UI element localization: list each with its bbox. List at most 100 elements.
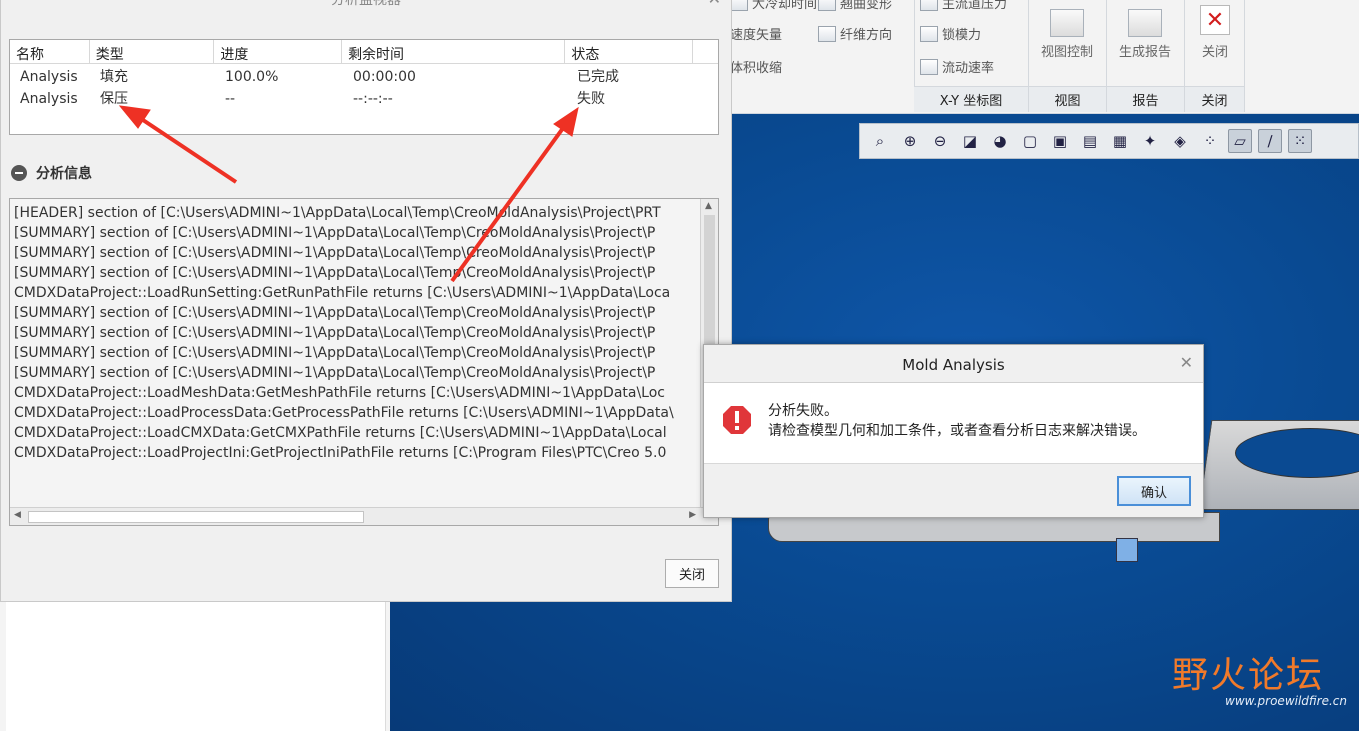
plane-display-icon[interactable]: ▱ [1228, 129, 1252, 153]
datum-display-icon[interactable]: ⁘ [1198, 129, 1222, 153]
ribbon-item-label: 流动速率 [942, 61, 995, 76]
watermark: 野火论坛 www.proewildfire.cn [1172, 646, 1347, 708]
log-line: CMDXDataProject::LoadCMXData:GetCMXPathF… [14, 425, 667, 441]
cell-remaining: --:--:-- [353, 91, 393, 107]
ribbon-item-label: 主流道压力 [942, 0, 1008, 12]
horizontal-scroll-thumb[interactable] [28, 511, 364, 523]
display-style-icon[interactable]: ◕ [988, 129, 1012, 153]
error-message-line1: 分析失败。 [768, 403, 838, 419]
log-line: CMDXDataProject::LoadMeshData:GetMeshPat… [14, 385, 665, 401]
ribbon-item-label: 翘曲变形 [840, 0, 893, 12]
scroll-right-icon[interactable]: ▶ [689, 510, 696, 520]
warpage-icon [818, 0, 836, 11]
dialog-titlebar[interactable]: Mold Analysis ✕ [704, 345, 1203, 383]
column-header-empty [693, 40, 718, 63]
column-header-remaining[interactable]: 剩余时间 [342, 40, 566, 63]
snapshot-icon[interactable]: ▤ [1078, 129, 1102, 153]
close-icon[interactable]: ✕ [1180, 353, 1193, 372]
collapse-icon[interactable] [11, 165, 27, 181]
view-control-button[interactable]: 视图控制 [1036, 0, 1098, 60]
dialog-body: 分析失败。 请检查模型几何和加工条件，或者查看分析日志来解决错误。 [704, 383, 1203, 463]
repaint-icon[interactable]: ◪ [958, 129, 982, 153]
zoom-fit-icon[interactable]: ⌕ [868, 129, 892, 153]
analysis-info-header[interactable]: 分析信息 [11, 163, 92, 183]
ribbon-item-warpage[interactable]: 翘曲变形 [818, 0, 892, 12]
view-control-icon [1050, 9, 1084, 37]
ribbon-item-label: 大冷却时间 [752, 0, 818, 12]
log-line: [SUMMARY] section of [C:\Users\ADMINI~1\… [14, 305, 656, 321]
ribbon-item-label: 纤维方向 [840, 28, 893, 43]
log-line: [SUMMARY] section of [C:\Users\ADMINI~1\… [14, 225, 656, 241]
perspective-icon[interactable]: ◈ [1168, 129, 1192, 153]
table-row[interactable]: Analysis 保压 -- --:--:-- 失败 [10, 88, 718, 110]
view-toolbar: ⌕ ⊕ ⊖ ◪ ◕ ▢ ▣ ▤ ▦ ✦ ◈ ⁘ ▱ ∕ ⁙ [859, 123, 1359, 159]
axis-display-icon[interactable]: ∕ [1258, 129, 1282, 153]
ribbon-item-fiber-direction[interactable]: 纤维方向 [818, 24, 892, 43]
cell-type: 保压 [100, 91, 128, 107]
close-button[interactable]: 关闭 [665, 559, 719, 588]
log-lines: [HEADER] section of [C:\Users\ADMINI~1\A… [14, 203, 700, 503]
point-display-icon[interactable]: ⁙ [1288, 129, 1312, 153]
log-line: [SUMMARY] section of [C:\Users\ADMINI~1\… [14, 325, 656, 341]
cell-status: 失败 [577, 91, 605, 107]
ribbon-item-sprue-pressure[interactable]: 主流道压力 [920, 0, 1007, 12]
model-tree-area[interactable] [6, 602, 386, 731]
error-icon [723, 406, 751, 434]
spin-center-icon[interactable]: ✦ [1138, 129, 1162, 153]
cell-type: 填充 [100, 69, 128, 85]
generate-report-button[interactable]: 生成报告 [1114, 0, 1176, 60]
mold-analysis-error-dialog: Mold Analysis ✕ 分析失败。 请检查模型几何和加工条件，或者查看分… [703, 344, 1204, 518]
named-views-icon[interactable]: ▢ [1018, 129, 1042, 153]
column-header-status[interactable]: 状态 [565, 40, 694, 63]
ribbon-item-label: 速度矢量 [730, 28, 783, 43]
log-line: [SUMMARY] section of [C:\Users\ADMINI~1\… [14, 345, 656, 361]
generate-report-label: 生成报告 [1118, 45, 1171, 60]
cell-progress: 100.0% [225, 69, 279, 85]
ribbon-item-cooling-time[interactable]: 大冷却时间 [730, 0, 817, 12]
ribbon-item-label: 体积收缩 [730, 61, 783, 76]
log-line: [HEADER] section of [C:\Users\ADMINI~1\A… [14, 205, 661, 221]
fiber-direction-icon [818, 25, 836, 42]
group-label-xy: X-Y 坐标图 [914, 86, 1028, 112]
log-line: [SUMMARY] section of [C:\Users\ADMINI~1\… [14, 365, 656, 381]
zoom-out-icon[interactable]: ⊖ [928, 129, 952, 153]
job-table: 名称 类型 进度 剩余时间 状态 Analysis 填充 100.0% 00:0… [9, 39, 719, 135]
close-x-icon: ✕ [1200, 5, 1230, 35]
zoom-in-icon[interactable]: ⊕ [898, 129, 922, 153]
group-label-view: 视图 [1029, 86, 1106, 112]
column-header-progress[interactable]: 进度 [214, 40, 343, 63]
scroll-left-icon[interactable]: ◀ [14, 510, 21, 520]
view-manager-icon[interactable]: ▦ [1108, 129, 1132, 153]
analysis-monitor-dialog: 分析监视器 ✕ 名称 类型 进度 剩余时间 状态 Analysis 填充 100… [0, 0, 732, 602]
ribbon-item-velocity-vector[interactable]: 速度矢量 [730, 24, 782, 43]
column-header-name[interactable]: 名称 [10, 40, 90, 63]
cell-name: Analysis [20, 69, 78, 85]
ribbon-item-flow-rate[interactable]: 流动速率 [920, 57, 994, 76]
horizontal-scrollbar[interactable]: ◀ ▶ [10, 507, 718, 525]
ribbon-item-volumetric-shrinkage[interactable]: 体积收缩 [730, 57, 782, 76]
column-header-type[interactable]: 类型 [90, 40, 215, 63]
analysis-info-title: 分析信息 [36, 166, 92, 182]
watermark-text: 野火论坛 [1172, 655, 1325, 696]
dialog-footer: 确认 [704, 463, 1203, 517]
log-line: [SUMMARY] section of [C:\Users\ADMINI~1\… [14, 265, 656, 281]
clamp-force-icon [920, 25, 938, 42]
ribbon-item-label: 锁模力 [942, 28, 982, 43]
ribbon-item-clamp-force[interactable]: 锁模力 [920, 24, 981, 43]
group-label-close: 关闭 [1185, 86, 1244, 112]
ribbon: 大冷却时间 翘曲变形 主流道压力 速度矢量 纤维方向 锁模力 体积收缩 流动速率… [730, 0, 1359, 114]
error-message-line2: 请检查模型几何和加工条件，或者查看分析日志来解决错误。 [768, 423, 1146, 439]
close-icon[interactable]: ✕ [708, 0, 721, 8]
analysis-log[interactable]: [HEADER] section of [C:\Users\ADMINI~1\A… [9, 198, 719, 526]
ribbon-close-label: 关闭 [1201, 45, 1228, 60]
log-line: CMDXDataProject::LoadProcessData:GetProc… [14, 405, 674, 421]
saved-orientations-icon[interactable]: ▣ [1048, 129, 1072, 153]
ribbon-close-button[interactable]: ✕ 关闭 [1184, 0, 1246, 60]
cell-remaining: 00:00:00 [353, 69, 416, 85]
cooling-time-icon [730, 0, 748, 11]
cell-status: 已完成 [577, 69, 619, 85]
scroll-up-icon[interactable]: ▲ [705, 201, 712, 211]
table-row[interactable]: Analysis 填充 100.0% 00:00:00 已完成 [10, 66, 718, 88]
log-line: CMDXDataProject::LoadProjectIni:GetProje… [14, 445, 667, 461]
ok-button[interactable]: 确认 [1117, 476, 1191, 506]
